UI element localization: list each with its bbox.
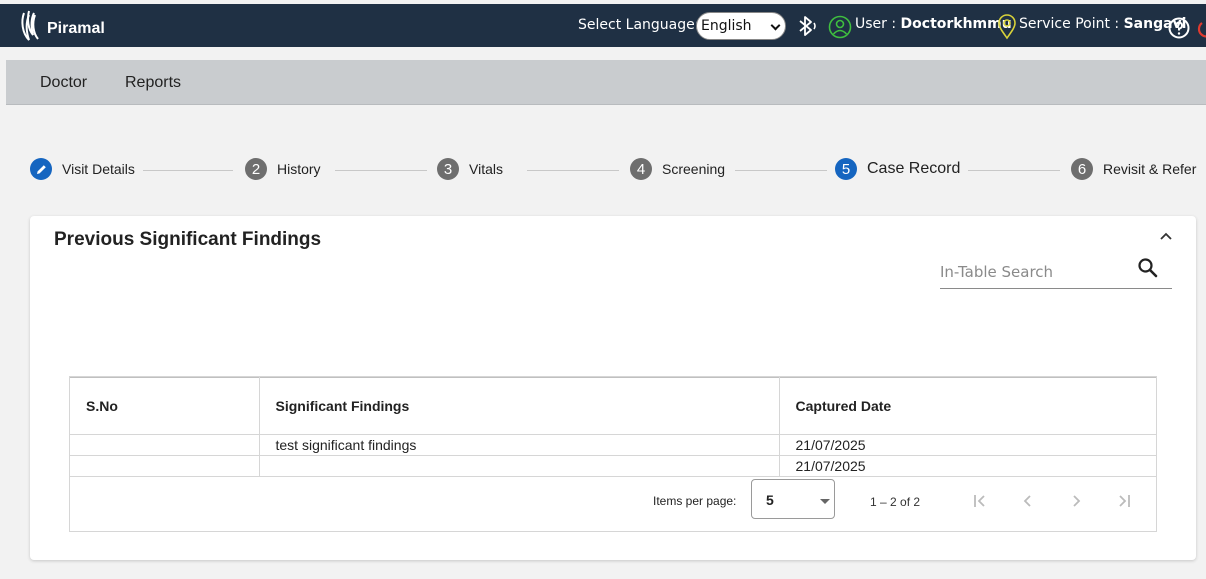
step-number: 2 — [245, 158, 267, 180]
service-point-info: Service Point : Sangavi — [1019, 16, 1186, 32]
power-icon[interactable] — [1197, 17, 1206, 39]
paginator: Items per page: 5 1 – 2 of 2 — [70, 475, 1156, 531]
chevron-up-icon[interactable] — [1158, 230, 1174, 242]
nav-item-reports[interactable]: Reports — [125, 74, 181, 92]
user-info: User : Doctorkhmmu — [855, 16, 1012, 32]
cell-finding: test significant findings — [258, 434, 780, 456]
nav-item-doctor[interactable]: Doctor — [40, 74, 87, 92]
column-header-sno[interactable]: S.No — [70, 377, 260, 435]
items-per-page-value: 5 — [766, 492, 774, 508]
last-page-icon[interactable] — [1114, 491, 1134, 511]
column-header-date[interactable]: Captured Date — [778, 377, 1156, 435]
cell-date: 21/07/2025 — [778, 434, 1156, 456]
location-pin-icon — [998, 14, 1016, 40]
cell-date: 21/07/2025 — [778, 455, 1156, 477]
step-number: 4 — [630, 158, 652, 180]
step-visit-details[interactable]: Visit Details — [30, 158, 135, 180]
step-screening[interactable]: 4 Screening — [630, 158, 725, 180]
step-number: 5 — [835, 158, 857, 180]
step-edit-circle — [30, 158, 52, 180]
findings-table: S.No Significant Findings Captured Date … — [70, 377, 1156, 477]
table-row: 21/07/2025 — [70, 455, 1156, 477]
language-value: English — [701, 18, 752, 34]
brand-name: Piramal — [47, 20, 105, 37]
language-label: Select Language: — [578, 17, 700, 33]
table-row: test significant findings 21/07/2025 — [70, 434, 1156, 456]
stepper-connector — [735, 170, 827, 171]
search-icon[interactable] — [1137, 257, 1159, 279]
stepper-connector — [527, 170, 619, 171]
step-number: 3 — [437, 158, 459, 180]
step-label: Case Record — [867, 160, 961, 177]
step-history[interactable]: 2 History — [245, 158, 321, 180]
step-revisit-refer[interactable]: 6 Revisit & Refer — [1071, 158, 1196, 180]
pencil-icon — [36, 164, 46, 174]
previous-findings-card: Previous Significant Findings S.No Signi… — [30, 216, 1196, 560]
step-label: Screening — [662, 161, 726, 177]
step-label: History — [277, 161, 321, 177]
user-label: User : — [855, 16, 897, 32]
table-search — [940, 254, 1172, 289]
search-input[interactable] — [940, 260, 1130, 284]
step-label: Vitals — [469, 161, 503, 177]
help-icon[interactable] — [1168, 17, 1190, 39]
cell-sno — [70, 455, 260, 477]
cell-finding — [258, 455, 780, 477]
stepper-connector — [335, 170, 427, 171]
brand-logo: Piramal — [18, 8, 105, 44]
step-vitals[interactable]: 3 Vitals — [437, 158, 503, 180]
service-point-label: Service Point : — [1019, 16, 1120, 32]
items-per-page-select[interactable]: 5 — [751, 479, 835, 519]
dropdown-arrow-icon — [820, 499, 830, 504]
page-range-label: 1 – 2 of 2 — [870, 495, 921, 509]
next-page-icon[interactable] — [1066, 491, 1086, 511]
chevron-down-icon — [770, 20, 781, 31]
main-nav: Doctor Reports — [6, 60, 1206, 105]
app-header: Piramal Select Language: English User : … — [0, 4, 1206, 47]
first-page-icon[interactable] — [970, 491, 990, 511]
step-label: Revisit & Refer — [1103, 161, 1197, 177]
step-case-record[interactable]: 5 Case Record — [835, 158, 960, 180]
previous-page-icon[interactable] — [1018, 491, 1038, 511]
step-number: 6 — [1071, 158, 1093, 180]
card-title: Previous Significant Findings — [54, 229, 322, 250]
bluetooth-icon[interactable] — [796, 14, 818, 38]
findings-table-container: S.No Significant Findings Captured Date … — [69, 376, 1157, 532]
stepper-connector — [968, 170, 1060, 171]
cell-sno — [70, 434, 260, 456]
piramal-logo-icon — [21, 10, 39, 41]
step-label: Visit Details — [62, 161, 135, 177]
column-header-findings[interactable]: Significant Findings — [258, 377, 780, 435]
user-icon — [828, 15, 852, 39]
language-select[interactable]: English — [696, 12, 786, 40]
stepper-connector — [143, 170, 233, 171]
items-per-page-label: Items per page: — [653, 494, 737, 508]
user-name: Doctorkhmmu — [900, 16, 1012, 32]
table-header-row: S.No Significant Findings Captured Date — [70, 377, 1156, 435]
